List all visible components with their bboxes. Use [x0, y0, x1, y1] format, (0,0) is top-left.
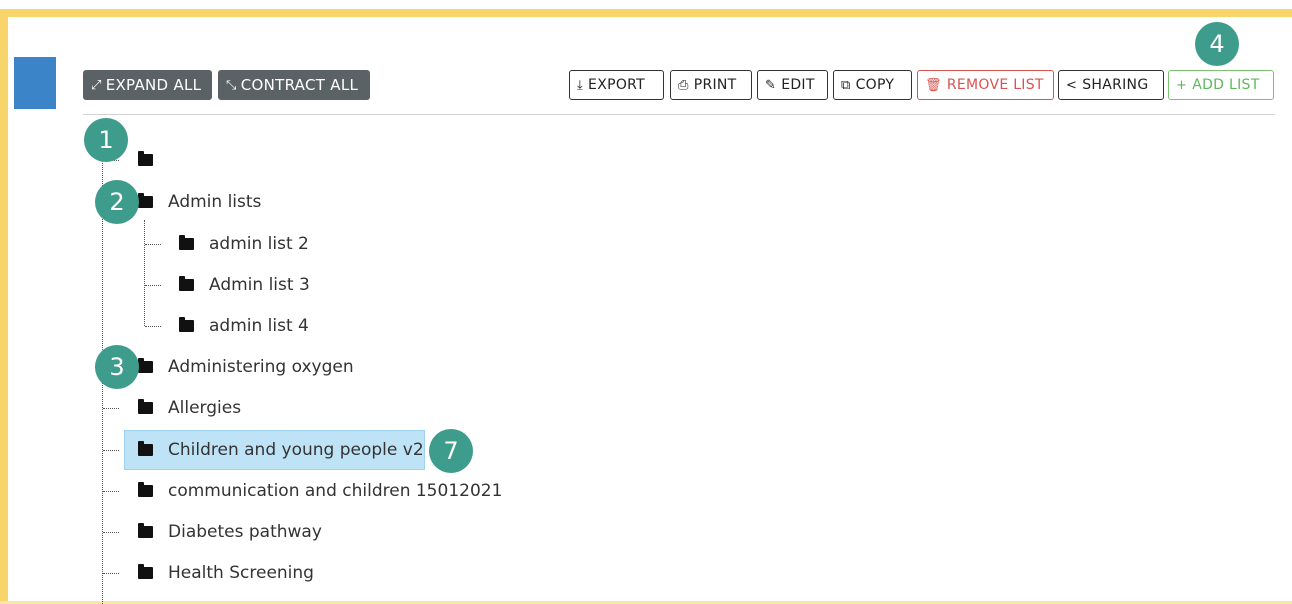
folder-icon [138, 151, 153, 166]
tree-item-label: admin list 2 [209, 234, 309, 254]
toolbar-divider [83, 114, 1275, 115]
folder-icon [138, 441, 153, 456]
annotation-marker-4: 4 [1195, 22, 1239, 66]
tree-item-allergies[interactable]: Allergies [138, 388, 241, 428]
pencil-icon: ✎ [765, 77, 777, 93]
add-list-button[interactable]: + ADD LIST [1168, 70, 1274, 100]
expand-all-label: EXPAND ALL [105, 76, 202, 94]
tree-item-admin-list-2[interactable]: admin list 2 [179, 224, 309, 264]
folder-icon [138, 193, 153, 208]
folder-icon [179, 317, 194, 332]
folder-icon [138, 564, 153, 579]
remove-list-label: REMOVE LIST [946, 77, 1044, 93]
print-label: PRINT [693, 77, 737, 93]
folder-icon [138, 523, 153, 538]
tree-item-administering-oxygen[interactable]: Administering oxygen [138, 347, 354, 387]
copy-label: COPY [855, 77, 895, 93]
connector-children [103, 450, 119, 451]
tree-item-admin-list-3[interactable]: Admin list 3 [179, 265, 310, 305]
copy-icon: ⧉ [841, 77, 851, 93]
tree-item-label: admin list 4 [209, 316, 309, 336]
folder-icon [179, 276, 194, 291]
connector-diabetes [103, 532, 119, 533]
print-button[interactable]: ⎙ PRINT [670, 70, 752, 100]
folder-icon [138, 358, 153, 373]
connector-admin-list-4 [145, 326, 161, 327]
printer-icon: ⎙ [678, 77, 689, 93]
sharing-button[interactable]: < SHARING [1058, 70, 1164, 100]
connector-admin-list-2 [145, 244, 161, 245]
admin-lists-connector [144, 220, 145, 326]
frame-top-border [0, 9, 1292, 17]
tree-item-label: Allergies [168, 398, 242, 418]
expand-arrows-icon: ⤢ [91, 77, 102, 93]
download-icon: ⤓ [577, 77, 584, 93]
tree-item-root[interactable] [138, 140, 168, 180]
trash-icon: 🗑 [925, 77, 942, 93]
edit-label: EDIT [781, 77, 815, 93]
tree-item-label: Admin lists [168, 192, 262, 212]
tree-item-health-screening[interactable]: Health Screening [138, 553, 314, 593]
annotation-marker-7: 7 [429, 429, 473, 473]
tree-item-admin-list-4[interactable]: admin list 4 [179, 306, 309, 346]
tree-item-label: Health Screening [168, 563, 314, 583]
sharing-label: SHARING [1082, 77, 1149, 93]
folder-icon [179, 235, 194, 250]
tree-item-admin-lists[interactable]: Admin lists [138, 182, 261, 222]
tree-item-communication-and-children[interactable]: communication and children 15012021 [138, 471, 502, 511]
plus-icon: + [1176, 77, 1188, 93]
tree-item-diabetes-pathway[interactable]: Diabetes pathway [138, 512, 322, 552]
annotation-marker-3: 3 [95, 345, 139, 389]
folder-icon [138, 482, 153, 497]
side-tab[interactable] [14, 57, 56, 109]
export-label: EXPORT [588, 77, 646, 93]
remove-list-button[interactable]: 🗑 REMOVE LIST [917, 70, 1054, 100]
share-icon: < [1066, 77, 1078, 93]
add-list-label: ADD LIST [1192, 77, 1260, 93]
connector-health-screening [103, 573, 119, 574]
connector-communication [103, 491, 119, 492]
tree-item-children-and-young-people[interactable]: Children and young people v2 [138, 430, 424, 470]
contract-all-label: CONTRACT ALL [240, 76, 359, 94]
export-button[interactable]: ⤓ EXPORT [569, 70, 664, 100]
compress-arrows-icon: ⤡ [226, 77, 237, 93]
contract-all-button[interactable]: ⤡ CONTRACT ALL [218, 70, 370, 100]
tree-item-label: Admin list 3 [209, 275, 310, 295]
folder-icon [138, 399, 153, 414]
tree-item-label: Diabetes pathway [168, 522, 322, 542]
annotation-marker-1: 1 [84, 118, 128, 162]
tree-item-label: Children and young people v2 [168, 440, 424, 460]
edit-button[interactable]: ✎ EDIT [757, 70, 828, 100]
expand-all-button[interactable]: ⤢ EXPAND ALL [83, 70, 212, 100]
annotation-marker-2: 2 [95, 180, 139, 224]
copy-button[interactable]: ⧉ COPY [833, 70, 912, 100]
tree-item-label: communication and children 15012021 [168, 481, 503, 501]
frame-left-border [0, 9, 8, 604]
connector-allergies [103, 408, 119, 409]
connector-admin-list-3 [145, 285, 161, 286]
tree-item-label: Administering oxygen [168, 357, 354, 377]
